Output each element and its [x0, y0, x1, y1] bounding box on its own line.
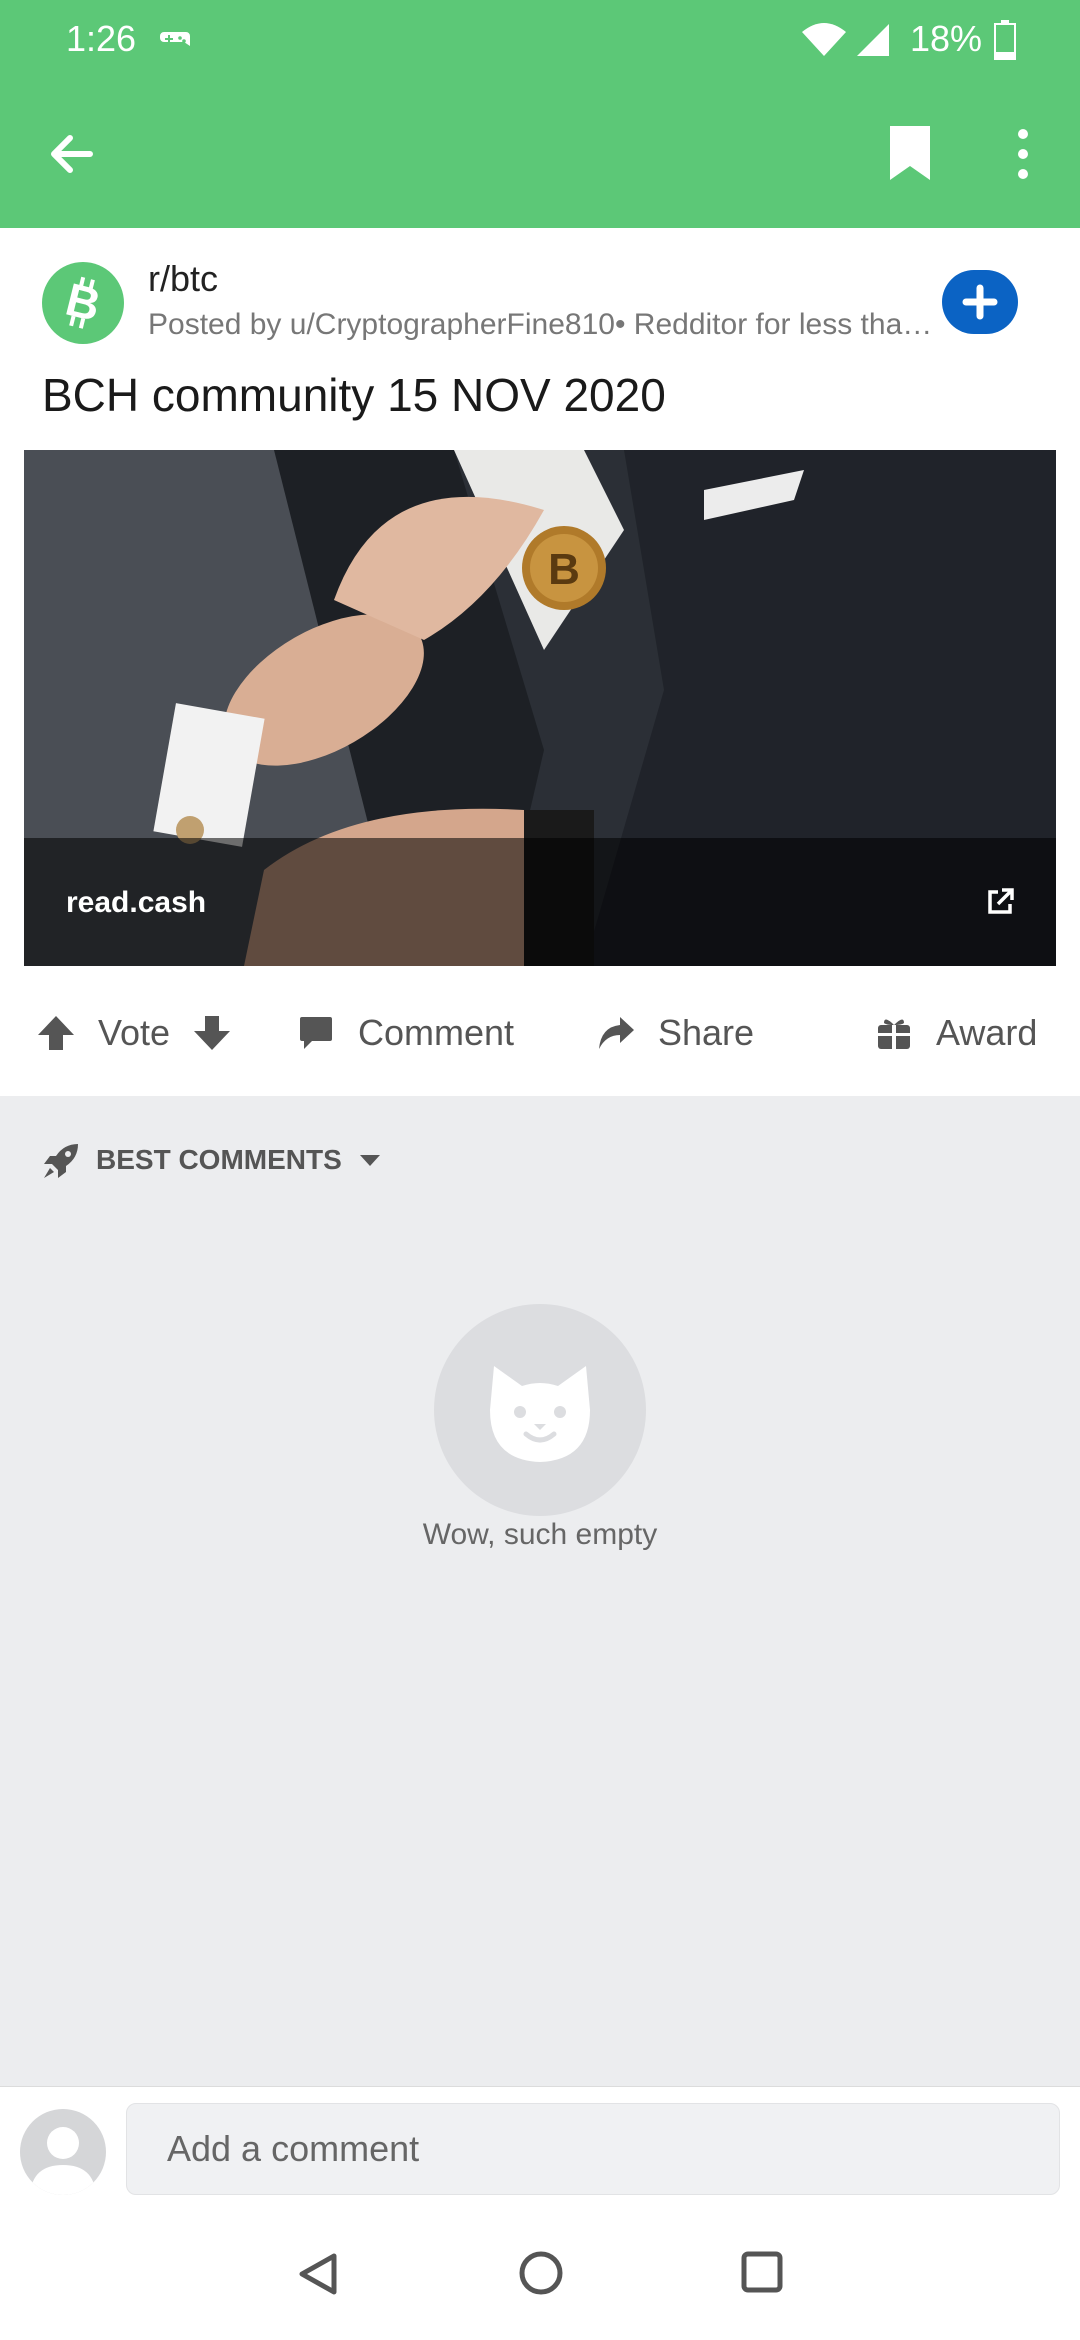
link-domain: read.cash — [66, 886, 207, 919]
comment-composer: Add a comment — [0, 2086, 1080, 2200]
user-avatar-icon — [30, 2127, 96, 2195]
post-actions: Vote Comment Share Award — [0, 966, 1080, 1096]
add-comment-input[interactable]: Add a comment — [126, 2103, 1060, 2195]
upvote-icon[interactable] — [36, 1013, 76, 1053]
downvote-icon[interactable] — [192, 1013, 232, 1053]
chevron-down-icon — [359, 1155, 380, 1166]
subreddit-icon[interactable]: B — [42, 262, 124, 344]
comment-label: Comment — [358, 1012, 515, 1053]
plus-icon — [962, 284, 998, 320]
gift-icon — [878, 1019, 910, 1049]
post-title: BCH community 15 NOV 2020 — [42, 369, 666, 421]
bitcoin-icon: B — [61, 273, 106, 331]
bookmark-icon[interactable] — [884, 124, 936, 182]
screen: 1:26 18% B r/btc Posted by u/Cryptograph… — [0, 0, 1080, 2340]
comment-button[interactable]: Comment — [296, 1010, 514, 1056]
cat-face-icon — [490, 1366, 590, 1462]
cellular-signal-icon — [857, 24, 889, 56]
user-avatar[interactable] — [20, 2109, 106, 2195]
nav-recents-icon[interactable] — [740, 2250, 784, 2294]
link-caption-bar: read.cash — [24, 838, 1056, 966]
share-button[interactable]: Share — [596, 1010, 754, 1056]
subreddit-name[interactable]: r/btc — [148, 258, 218, 300]
share-arrow-icon — [599, 1017, 634, 1049]
more-vertical-icon[interactable] — [1008, 126, 1038, 182]
top-bar: 1:26 18% — [0, 0, 1080, 228]
battery-icon — [994, 20, 1016, 60]
empty-state-text: Wow, such empty — [422, 1518, 658, 1551]
battery-percent: 18% — [910, 18, 983, 59]
game-controller-icon — [160, 32, 190, 46]
award-button[interactable]: Award — [874, 1010, 1037, 1056]
rocket-icon — [44, 1144, 78, 1178]
post-card: B r/btc Posted by u/CryptographerFine810… — [0, 228, 1080, 1096]
wifi-icon — [802, 23, 846, 56]
back-arrow-icon[interactable] — [44, 126, 100, 182]
comment-sort-label: BEST COMMENTS — [96, 1144, 342, 1175]
award-label: Award — [936, 1012, 1038, 1053]
share-label: Share — [658, 1012, 755, 1053]
speech-bubble-icon — [300, 1017, 332, 1049]
vote-group: Vote — [36, 1010, 232, 1056]
status-bar: 1:26 18% — [0, 0, 1080, 80]
nav-back-icon[interactable] — [296, 2250, 344, 2298]
link-preview[interactable]: B read.cash — [24, 450, 1056, 966]
empty-state-image — [434, 1304, 646, 1516]
svg-text:B: B — [548, 545, 580, 594]
posted-by[interactable]: Posted by u/CryptographerFine810• Reddit… — [148, 308, 938, 342]
vote-label: Vote — [98, 1012, 171, 1053]
app-bar — [0, 80, 1080, 228]
nav-home-icon[interactable] — [518, 2250, 564, 2296]
join-button[interactable] — [942, 270, 1018, 334]
external-link-icon[interactable] — [984, 886, 1016, 918]
comment-sort-button[interactable]: BEST COMMENTS — [42, 1138, 382, 1182]
status-time: 1:26 — [66, 18, 137, 59]
system-nav-bar — [0, 2200, 1080, 2340]
